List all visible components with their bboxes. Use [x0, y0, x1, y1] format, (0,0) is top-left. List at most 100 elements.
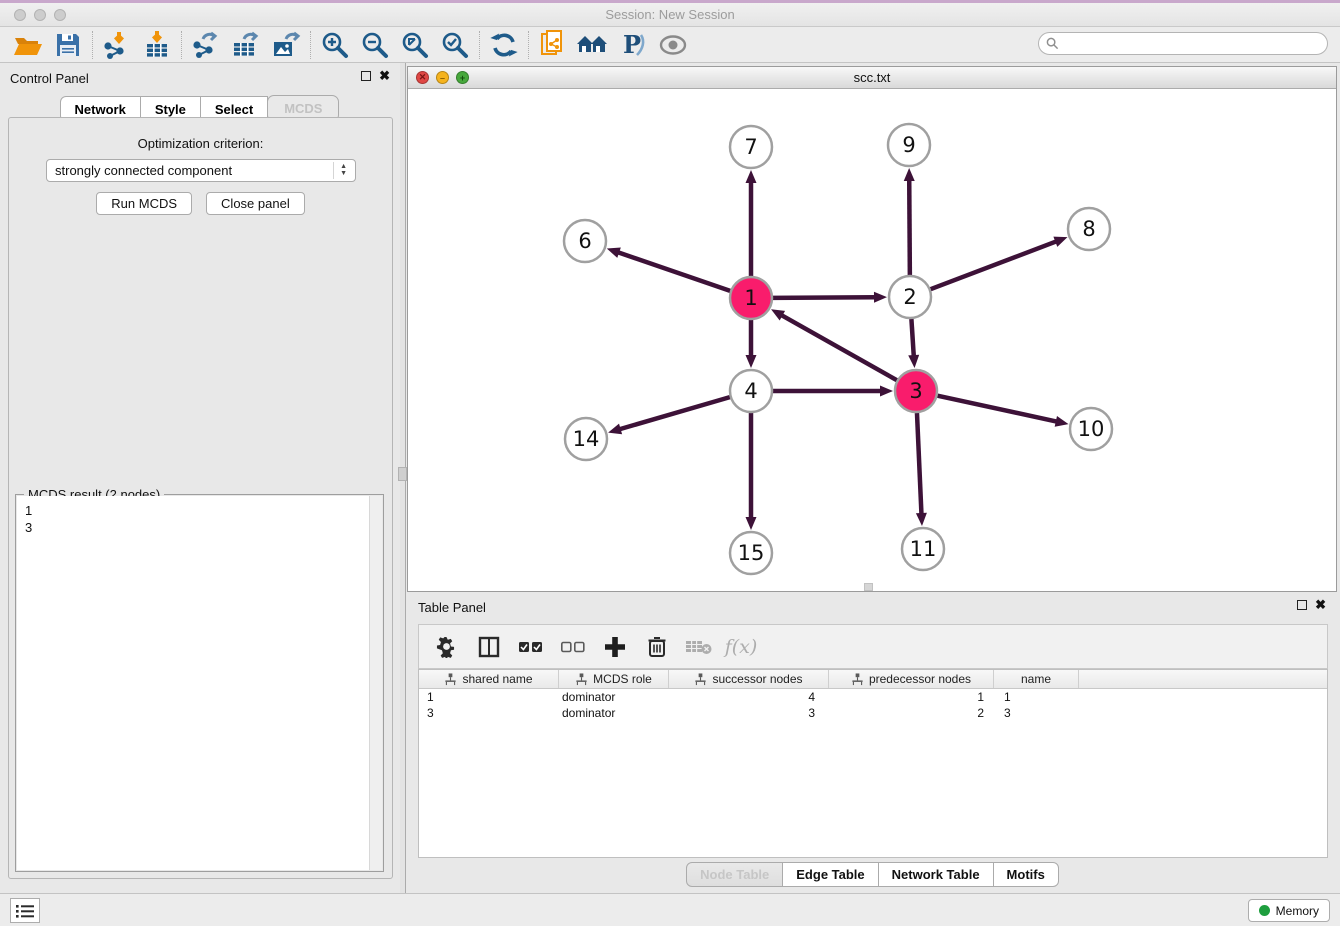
graph-edge-2-3[interactable]	[911, 319, 913, 357]
graph-node-label: 11	[910, 537, 937, 561]
column-header-mcds-role[interactable]: MCDS role	[559, 670, 669, 688]
graph-edge-3-11[interactable]	[917, 413, 922, 515]
column-header-successor-nodes[interactable]: successor nodes	[669, 670, 829, 688]
graph-edge-2-9[interactable]	[909, 179, 910, 275]
zoom-in-button[interactable]	[315, 29, 355, 61]
result-scrollbar[interactable]	[369, 496, 382, 870]
table-tabs: Node Table Edge Table Network Table Moti…	[406, 862, 1340, 887]
home-button[interactable]	[573, 29, 613, 61]
close-panel-icon[interactable]: ✖	[379, 71, 390, 81]
open-session-button[interactable]	[8, 29, 48, 61]
import-network-button[interactable]	[97, 29, 137, 61]
node-table: shared name MCDS role successor nodes pr…	[418, 669, 1328, 858]
cell-predecessor-nodes[interactable]: 1	[829, 690, 994, 704]
cell-shared-name[interactable]: 3	[419, 706, 559, 720]
status-bar: Memory	[0, 893, 1340, 926]
zoom-fit-button[interactable]	[395, 29, 435, 61]
search-icon	[1046, 37, 1059, 50]
mcds-result-line: 1	[25, 502, 374, 519]
cell-shared-name[interactable]: 1	[419, 690, 559, 704]
column-header-name[interactable]: name	[994, 670, 1079, 688]
graph-edge-1-2[interactable]	[773, 297, 876, 298]
save-session-button[interactable]	[48, 29, 88, 61]
eye-icon	[658, 34, 688, 56]
memory-button[interactable]: Memory	[1248, 899, 1330, 922]
task-history-button[interactable]	[10, 898, 40, 923]
graph-edge-arrowhead	[1053, 237, 1067, 247]
export-table-button[interactable]	[226, 29, 266, 61]
tab-edge-table[interactable]: Edge Table	[782, 862, 878, 887]
shared-column-icon	[444, 673, 457, 686]
function-builder-button[interactable]: f(x)	[723, 629, 759, 665]
column-layout-button[interactable]	[471, 629, 507, 665]
unchecked-checkboxes-icon	[561, 641, 585, 653]
network-canvas[interactable]: 7968124314101511	[408, 89, 1336, 591]
mcds-result-group: MCDS result (2 nodes) 1 3	[15, 494, 384, 872]
float-table-panel-icon[interactable]	[1297, 600, 1307, 610]
export-image-icon	[271, 31, 301, 59]
canvas-scroll-nub[interactable]	[864, 583, 873, 591]
run-mcds-button[interactable]: Run MCDS	[96, 192, 192, 215]
add-column-button[interactable]	[597, 629, 633, 665]
close-panel-button[interactable]: Close panel	[206, 192, 305, 215]
search-input[interactable]	[1063, 35, 1327, 53]
graph-node-label: 10	[1078, 417, 1105, 441]
table-panel-title: Table Panel	[418, 600, 486, 615]
mcds-result-list[interactable]: 1 3	[17, 496, 382, 870]
graph-node-label: 7	[744, 135, 757, 159]
optimization-criterion-select[interactable]: strongly connected component ▲▼	[46, 159, 356, 182]
zoom-out-button[interactable]	[355, 29, 395, 61]
cell-mcds-role[interactable]: dominator	[559, 706, 669, 720]
tab-network-table[interactable]: Network Table	[878, 862, 994, 887]
graph-node-label: 3	[909, 379, 922, 403]
fx-icon: f(x)	[725, 636, 758, 658]
toolbar-separator	[479, 31, 480, 59]
table-header-row: shared name MCDS role successor nodes pr…	[419, 670, 1327, 689]
zoom-selected-button[interactable]	[435, 29, 475, 61]
export-network-button[interactable]	[186, 29, 226, 61]
select-stepper-icon: ▲▼	[333, 162, 347, 179]
cell-name[interactable]: 1	[994, 690, 1079, 704]
zoom-in-icon	[321, 31, 349, 59]
refresh-icon	[490, 31, 518, 59]
cell-predecessor-nodes[interactable]: 2	[829, 706, 994, 720]
mcds-panel: Optimization criterion: strongly connect…	[8, 117, 393, 879]
table-row[interactable]: 1 dominator 4 1 1	[419, 689, 1327, 705]
graph-edge-3-10[interactable]	[937, 396, 1057, 422]
cell-name[interactable]: 3	[994, 706, 1079, 720]
tab-node-table[interactable]: Node Table	[686, 862, 783, 887]
deselect-all-columns-button[interactable]	[555, 629, 591, 665]
main-toolbar: P	[0, 27, 1340, 63]
column-header-shared-name[interactable]: shared name	[419, 670, 559, 688]
import-table-button[interactable]	[137, 29, 177, 61]
export-image-button[interactable]	[266, 29, 306, 61]
graph-edge-2-8[interactable]	[931, 241, 1058, 289]
network-window-title: scc.txt	[408, 70, 1336, 85]
graph-edge-3-1[interactable]	[781, 315, 897, 381]
column-header-predecessor-nodes[interactable]: predecessor nodes	[829, 670, 994, 688]
tab-motifs[interactable]: Motifs	[993, 862, 1059, 887]
delete-table-button[interactable]	[681, 629, 717, 665]
graph-edge-4-14[interactable]	[619, 397, 730, 429]
search-field[interactable]	[1038, 32, 1328, 55]
select-all-columns-button[interactable]	[513, 629, 549, 665]
table-panel-header: Table Panel ✖	[406, 596, 1340, 626]
cell-successor-nodes[interactable]: 4	[669, 690, 829, 704]
shared-column-icon	[694, 673, 707, 686]
clone-network-button[interactable]	[533, 29, 573, 61]
refresh-button[interactable]	[484, 29, 524, 61]
table-row[interactable]: 3 dominator 3 2 3	[419, 705, 1327, 721]
close-table-panel-icon[interactable]: ✖	[1315, 600, 1326, 610]
table-settings-button[interactable]	[429, 629, 465, 665]
graph-edge-1-6[interactable]	[617, 252, 730, 291]
p-swoosh-button[interactable]: P	[613, 29, 653, 61]
graph-edge-arrowhead	[746, 170, 757, 183]
divider-grip[interactable]	[398, 467, 407, 481]
zoom-selected-icon	[441, 31, 469, 59]
shared-column-icon	[851, 673, 864, 686]
cell-mcds-role[interactable]: dominator	[559, 690, 669, 704]
float-panel-icon[interactable]	[361, 71, 371, 81]
delete-column-button[interactable]	[639, 629, 675, 665]
cell-successor-nodes[interactable]: 3	[669, 706, 829, 720]
eye-button[interactable]	[653, 29, 693, 61]
